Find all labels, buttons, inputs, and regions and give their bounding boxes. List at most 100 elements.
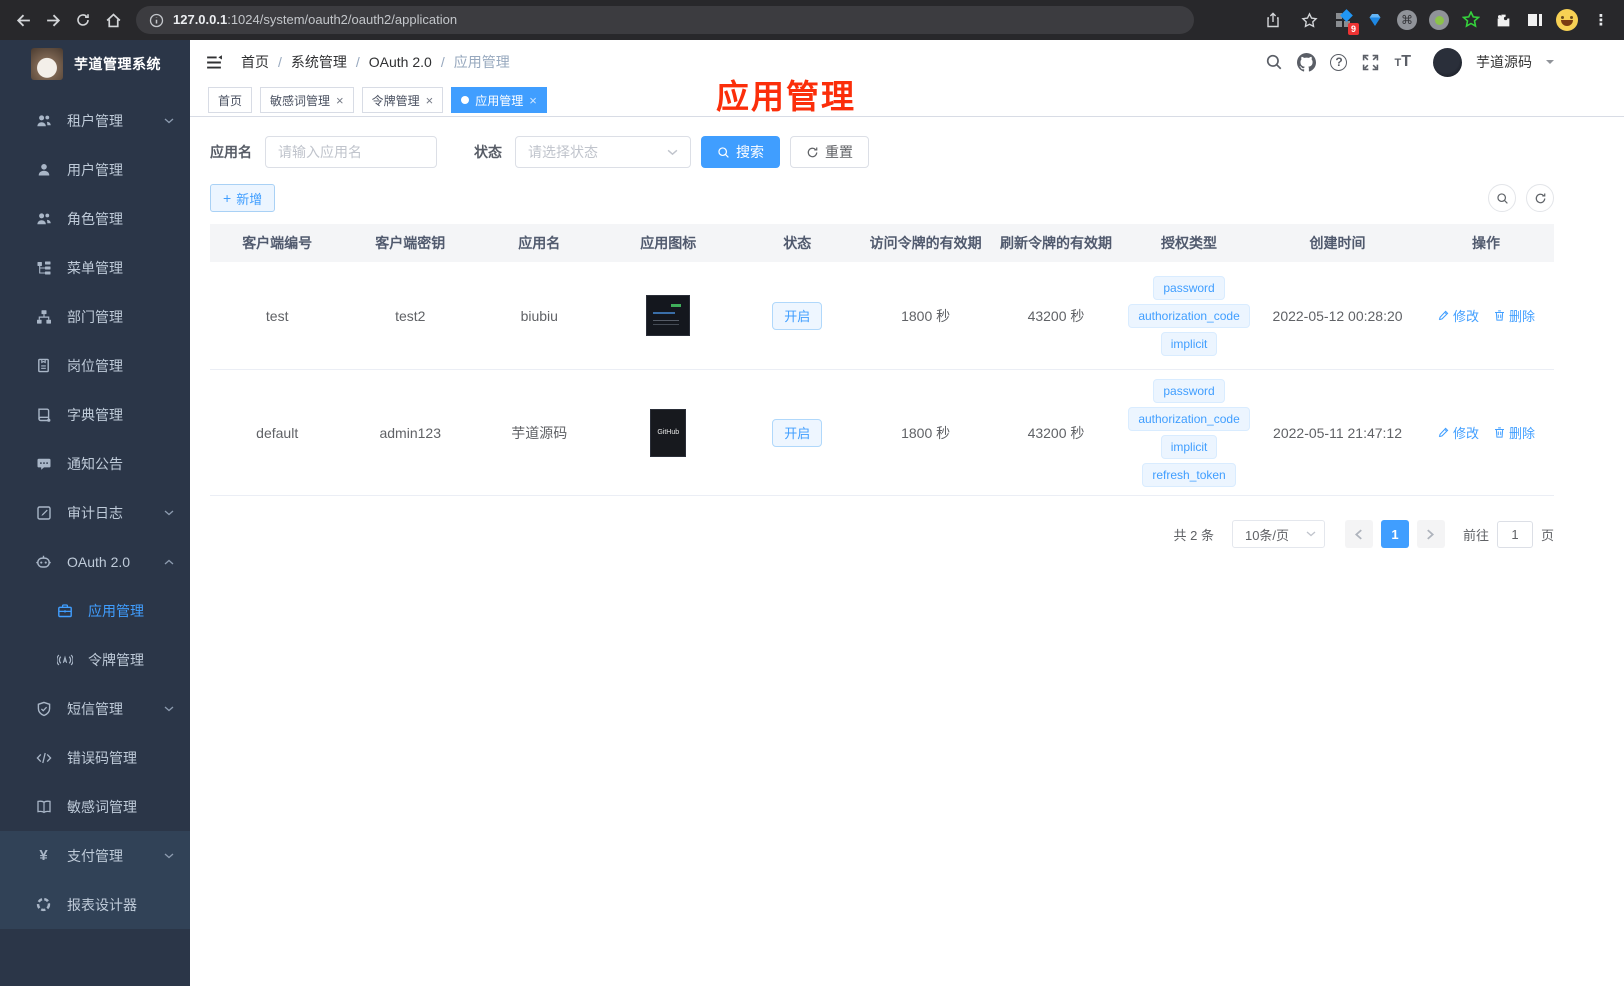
browser-forward-button[interactable] xyxy=(38,5,68,35)
chevron-down-icon xyxy=(164,706,174,712)
sidebar-item-sms[interactable]: 短信管理 xyxy=(0,684,190,733)
browser-menu-icon[interactable]: ⋮ xyxy=(1586,5,1616,35)
sidebar-item-post[interactable]: 岗位管理 xyxy=(0,341,190,390)
goto-label: 前往 xyxy=(1462,527,1489,543)
filter-form: 应用名 状态 请选择状态 搜索 重置 xyxy=(210,136,1554,168)
sidebar-collapse-icon[interactable] xyxy=(205,54,223,71)
help-icon[interactable]: ? xyxy=(1330,53,1348,71)
goto-page-input[interactable] xyxy=(1496,520,1533,548)
sidebar-item-tenant[interactable]: 租户管理 xyxy=(0,96,190,145)
actions-cell: 修改 删除 xyxy=(1418,423,1554,442)
reset-button[interactable]: 重置 xyxy=(790,136,869,168)
sidebar-item-audit-log[interactable]: 审计日志 xyxy=(0,488,190,537)
refresh-token-ttl-cell: 43200 秒 xyxy=(1027,307,1085,324)
sidebar-item-label: 敏感词管理 xyxy=(67,798,137,815)
sidebar-item-label: 短信管理 xyxy=(67,700,123,717)
username[interactable]: 芋道源码 xyxy=(1476,52,1532,72)
tab-application[interactable]: 应用管理 × xyxy=(451,87,547,113)
plus-icon: + xyxy=(223,190,232,206)
next-page-button[interactable] xyxy=(1416,520,1445,548)
sidebar-item-role[interactable]: 角色管理 xyxy=(0,194,190,243)
sidebar-item-notice[interactable]: 通知公告 xyxy=(0,439,190,488)
sidebar-item-report-designer[interactable]: 报表设计器 xyxy=(0,880,190,929)
client-secret-cell: test2 xyxy=(395,307,426,324)
page-size-select[interactable]: 10条/页 xyxy=(1231,520,1325,548)
sidebar-item-error-code[interactable]: 错误码管理 xyxy=(0,733,190,782)
user-icon xyxy=(35,161,52,178)
status-select[interactable]: 请选择状态 xyxy=(515,136,691,168)
font-size-icon[interactable]: TT xyxy=(1394,53,1411,71)
edit-link[interactable]: 修改 xyxy=(1437,423,1479,442)
column-header: 操作 xyxy=(1472,235,1501,251)
sidebar-item-payment[interactable]: ¥ 支付管理 xyxy=(0,831,190,880)
sidebar-item-oauth[interactable]: OAuth 2.0 xyxy=(0,537,190,586)
browser-chrome: 127.0.0.1:1024/system/oauth2/oauth2/appl… xyxy=(0,0,1624,40)
column-header: 客户端编号 xyxy=(242,235,313,251)
site-info-icon[interactable] xyxy=(149,13,164,28)
sidebar-header[interactable]: 芋道管理系统 xyxy=(0,40,190,88)
search-icon[interactable] xyxy=(1264,53,1283,72)
sidebar-item-application[interactable]: 应用管理 xyxy=(0,586,190,635)
profile-avatar[interactable] xyxy=(1554,7,1580,33)
sidebar-item-sensitive-word[interactable]: 敏感词管理 xyxy=(0,782,190,831)
extension-record-icon[interactable] xyxy=(1426,7,1452,33)
extension-green-star-icon[interactable] xyxy=(1458,7,1484,33)
tab-sensitive-word[interactable]: 敏感词管理 × xyxy=(260,87,354,113)
bookmark-star-button[interactable] xyxy=(1294,5,1324,35)
github-icon[interactable] xyxy=(1297,53,1316,72)
browser-reload-button[interactable] xyxy=(68,5,98,35)
sidebar-menu: 租户管理 用户管理 角色管理 菜单管理 部门管理 岗位管理 字典管理 通知公告 … xyxy=(0,88,190,929)
column-header: 应用图标 xyxy=(640,235,697,251)
status-badge[interactable]: 开启 xyxy=(772,301,823,330)
sidebar-toggle-icon[interactable] xyxy=(1522,7,1548,33)
status-cell: 开启 xyxy=(734,418,860,447)
extension-grid-icon[interactable]: 9 xyxy=(1330,7,1359,35)
browser-back-button[interactable] xyxy=(8,5,38,35)
extension-gem-icon[interactable] xyxy=(1362,7,1388,33)
browser-home-button[interactable] xyxy=(98,5,128,35)
delete-link[interactable]: 删除 xyxy=(1493,423,1535,442)
status-label: 状态 xyxy=(474,144,502,160)
delete-link[interactable]: 删除 xyxy=(1493,306,1535,325)
breadcrumb-oauth[interactable]: OAuth 2.0 xyxy=(369,54,432,70)
sidebar-item-department[interactable]: 部门管理 xyxy=(0,292,190,341)
add-button[interactable]: + 新增 xyxy=(210,184,276,212)
caret-down-icon[interactable] xyxy=(1546,60,1554,68)
oauth-robot-icon xyxy=(35,553,52,570)
application-table: 客户端编号 客户端密钥 应用名 应用图标 状态 访问令牌的有效期 刷新令牌的有效… xyxy=(210,224,1554,496)
extension-command-icon[interactable]: ⌘ xyxy=(1394,7,1420,33)
chevron-down-icon xyxy=(1306,531,1316,537)
app-name-input[interactable] xyxy=(265,136,437,168)
address-bar[interactable]: 127.0.0.1:1024/system/oauth2/oauth2/appl… xyxy=(136,6,1194,34)
fullscreen-icon[interactable] xyxy=(1361,53,1380,72)
hide-search-button[interactable] xyxy=(1488,184,1516,212)
tab-token[interactable]: 令牌管理 × xyxy=(361,87,444,113)
share-button[interactable] xyxy=(1258,5,1288,35)
sidebar-item-label: 角色管理 xyxy=(67,210,123,227)
breadcrumb-home[interactable]: 首页 xyxy=(241,52,269,72)
chevron-down-icon xyxy=(667,149,678,156)
search-button[interactable]: 搜索 xyxy=(701,136,780,168)
close-icon[interactable]: × xyxy=(426,94,434,107)
grant-types-cell: password authorization_code implicit xyxy=(1121,275,1257,356)
url-host: 127.0.0.1 xyxy=(173,12,228,27)
tab-label: 令牌管理 xyxy=(371,93,420,108)
close-icon[interactable]: × xyxy=(529,94,537,107)
audit-log-icon xyxy=(35,504,52,521)
close-icon[interactable]: × xyxy=(336,94,344,107)
edit-link[interactable]: 修改 xyxy=(1437,306,1479,325)
sidebar-item-menu[interactable]: 菜单管理 xyxy=(0,243,190,292)
sidebar-item-dictionary[interactable]: 字典管理 xyxy=(0,390,190,439)
sidebar-item-token[interactable]: 令牌管理 xyxy=(0,635,190,684)
current-page-button[interactable]: 1 xyxy=(1380,520,1409,548)
user-avatar[interactable] xyxy=(1433,47,1462,77)
refresh-table-button[interactable] xyxy=(1526,184,1554,212)
breadcrumb-system[interactable]: 系统管理 xyxy=(291,52,347,72)
app-icon-thumbnail: GitHub xyxy=(650,408,687,457)
prev-page-button[interactable] xyxy=(1344,520,1373,548)
status-badge[interactable]: 开启 xyxy=(772,418,823,447)
extensions-puzzle-icon[interactable] xyxy=(1490,7,1516,33)
tab-home[interactable]: 首页 xyxy=(208,87,253,113)
top-navbar: 首页 / 系统管理 / OAuth 2.0 / 应用管理 ? TT 芋道源码 xyxy=(190,40,1624,84)
sidebar-item-user[interactable]: 用户管理 xyxy=(0,145,190,194)
